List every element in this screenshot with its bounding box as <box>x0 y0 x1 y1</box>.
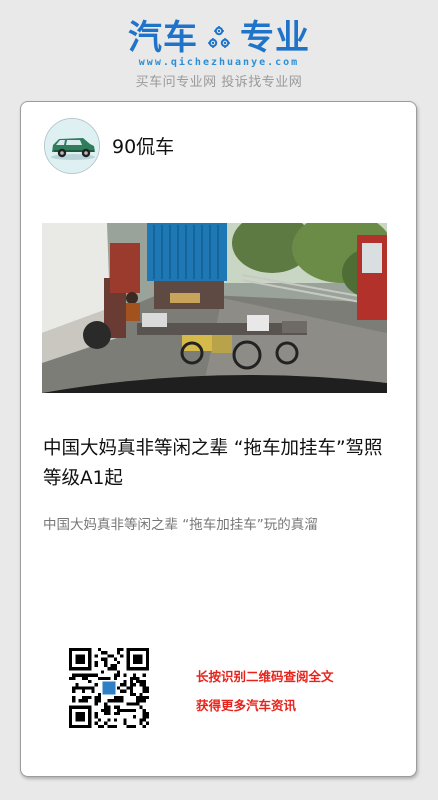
article-summary: 中国大妈真非等闲之辈 “拖车加挂车”玩的真溜 <box>43 517 318 533</box>
logo-text-left: 汽车 <box>128 18 198 58</box>
author-name[interactable]: 90侃车 <box>112 135 174 159</box>
site-logo[interactable]: 汽车 专业 <box>0 18 438 58</box>
article-title[interactable]: 中国大妈真非等闲之辈 “拖车加挂车”驾照等级A1起 <box>43 434 393 494</box>
street-photo-tricycle-trailer <box>42 223 387 393</box>
site-url: www.qichezhuanye.com <box>138 57 300 68</box>
gears-icon <box>206 25 232 51</box>
cta-line-2: 获得更多汽车资讯 <box>196 698 297 713</box>
site-header: 汽车 专业 www.qichezhuanye.com 买车问专业网 投诉找专业网 <box>0 0 438 96</box>
article-card: 90侃车 中国大妈真非等闲之辈 “拖车加挂车”驾照等级A1起 中国大妈真非等闲之… <box>20 101 417 777</box>
cta-line-1: 长按识别二维码查阅全文 <box>196 669 334 684</box>
cta-text: 长按识别二维码查阅全文 获得更多汽车资讯 <box>196 662 334 720</box>
qr-code-icon[interactable] <box>69 648 149 728</box>
site-slogan: 买车问专业网 投诉找专业网 <box>135 75 303 90</box>
car-avatar[interactable] <box>44 118 100 174</box>
logo-text-right: 专业 <box>240 18 310 58</box>
